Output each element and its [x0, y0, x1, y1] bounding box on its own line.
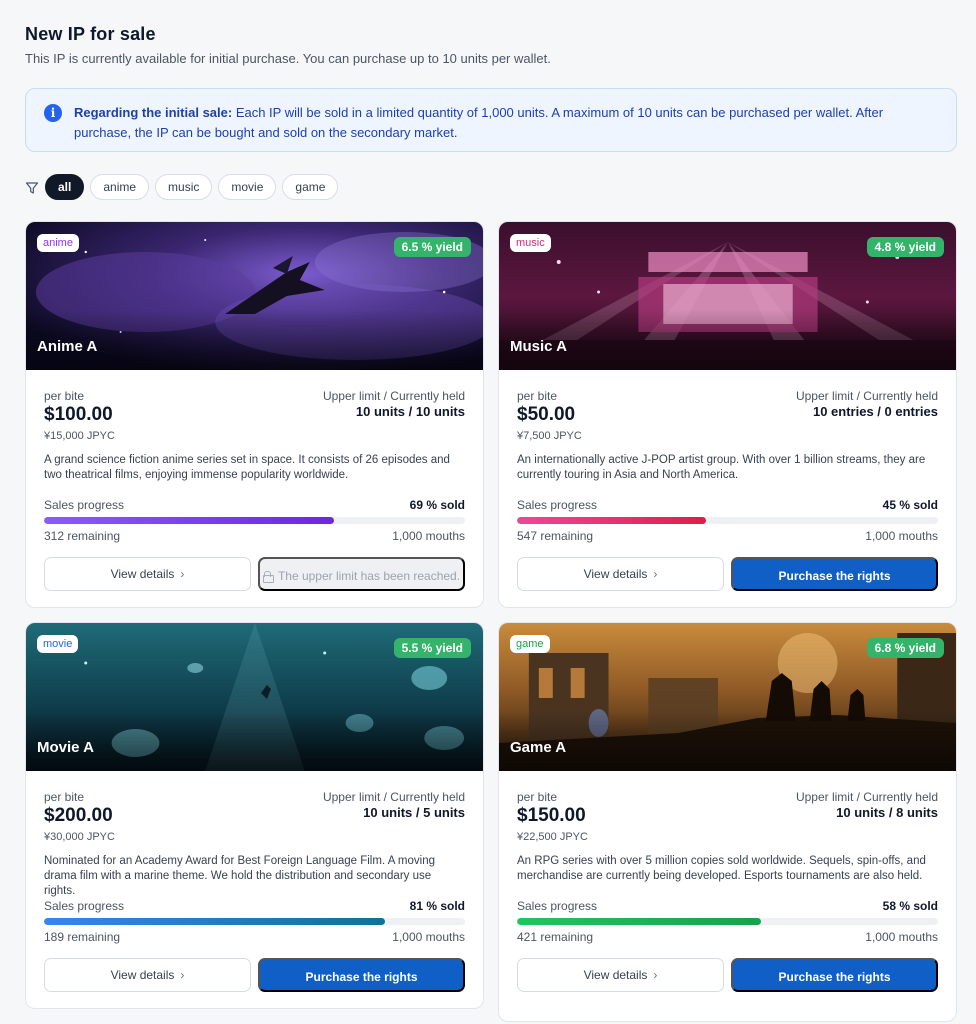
- ip-description: Nominated for an Academy Award for Best …: [44, 855, 435, 897]
- yield-badge: 5.5 % yield: [393, 638, 471, 658]
- progress-bar: [44, 918, 465, 925]
- ip-description: An RPG series with over 5 million copies…: [517, 855, 926, 882]
- ip-name: Music A: [510, 338, 567, 355]
- remaining-count: 421 remaining: [517, 930, 594, 944]
- filter-chip-anime[interactable]: anime: [90, 174, 150, 200]
- progress-bar: [44, 517, 465, 524]
- view-details-label: View details: [110, 968, 175, 982]
- limit-label: Upper limit / Currently held: [322, 790, 465, 804]
- price-jpyc: ¥22,500 JPYC: [517, 831, 588, 843]
- filter-chip-all[interactable]: all: [45, 174, 85, 200]
- remaining-count: 547 remaining: [517, 529, 594, 543]
- sold-percent: 69 % sold: [409, 498, 465, 512]
- chevron-right-icon: ›: [180, 567, 185, 581]
- sales-progress-label: Sales progress: [44, 498, 125, 512]
- limit-value: 10 units / 10 units: [355, 404, 465, 419]
- notice-text: Regarding the initial sale: Each IP will…: [74, 103, 934, 143]
- card-hero-image: music 4.8 % yield Music A: [499, 222, 956, 370]
- price-jpyc: ¥7,500 JPYC: [517, 430, 582, 442]
- card-hero-image: anime 6.5 % yield Anime A: [26, 222, 483, 370]
- sold-percent: 81 % sold: [409, 899, 465, 913]
- filter-chip-music[interactable]: music: [155, 174, 213, 200]
- view-details-label: View details: [110, 567, 175, 581]
- yield-badge: 6.8 % yield: [866, 638, 944, 658]
- view-details-button[interactable]: View details ›: [517, 557, 724, 591]
- remaining-count: 189 remaining: [44, 930, 121, 944]
- sold-percent: 58 % sold: [882, 899, 938, 913]
- progress-bar: [517, 517, 938, 524]
- info-notice: i Regarding the initial sale: Each IP wi…: [25, 88, 957, 152]
- ip-card-anime-a: anime 6.5 % yield Anime A per bite $100.…: [25, 221, 484, 608]
- progress-fill: [517, 918, 762, 925]
- view-details-button[interactable]: View details ›: [44, 557, 251, 591]
- sales-progress-label: Sales progress: [517, 498, 598, 512]
- sold-percent: 45 % sold: [882, 498, 938, 512]
- sales-progress-label: Sales progress: [517, 899, 598, 913]
- category-badge: movie: [37, 635, 79, 653]
- per-bite-label: per bite: [44, 790, 85, 804]
- total-count: 1,000 mouths: [392, 529, 465, 543]
- purchase-button[interactable]: Purchase the rights: [731, 958, 938, 992]
- info-icon: i: [44, 104, 62, 122]
- chevron-right-icon: ›: [180, 968, 185, 982]
- filter-chip-game[interactable]: game: [282, 174, 339, 200]
- category-badge: game: [510, 635, 550, 653]
- category-badge: music: [510, 234, 551, 252]
- price-jpyc: ¥30,000 JPYC: [44, 831, 115, 843]
- progress-fill: [44, 517, 335, 524]
- view-details-button[interactable]: View details ›: [44, 958, 251, 992]
- card-hero-image: game 6.8 % yield Game A: [499, 623, 956, 771]
- ip-name: Movie A: [37, 739, 94, 756]
- yield-badge: 4.8 % yield: [866, 237, 944, 257]
- total-count: 1,000 mouths: [865, 529, 938, 543]
- notice-bold: Regarding the initial sale:: [74, 105, 233, 120]
- ip-name: Game A: [510, 739, 567, 756]
- progress-fill: [517, 517, 707, 524]
- price: $100.00: [44, 404, 113, 425]
- category-badge: anime: [37, 234, 79, 252]
- price: $200.00: [44, 805, 113, 826]
- limit-value: 10 units / 8 units: [836, 805, 938, 820]
- view-details-label: View details: [583, 968, 648, 982]
- ip-description: A grand science fiction anime series set…: [44, 454, 450, 481]
- limit-label: Upper limit / Currently held: [795, 389, 938, 403]
- progress-fill: [44, 918, 385, 925]
- remaining-count: 312 remaining: [44, 529, 121, 543]
- total-count: 1,000 mouths: [865, 930, 938, 944]
- yield-badge: 6.5 % yield: [393, 237, 471, 257]
- view-details-button[interactable]: View details ›: [517, 958, 724, 992]
- ip-card-music-a: music 4.8 % yield Music A per bite $50.0…: [498, 221, 957, 608]
- per-bite-label: per bite: [44, 389, 85, 403]
- chevron-right-icon: ›: [653, 567, 658, 581]
- purchase-button[interactable]: Purchase the rights: [258, 958, 465, 992]
- lock-icon: [262, 571, 274, 583]
- sales-progress-label: Sales progress: [44, 899, 125, 913]
- price: $150.00: [517, 805, 586, 826]
- limit-label: Upper limit / Currently held: [322, 389, 465, 403]
- ip-description: An internationally active J-POP artist g…: [517, 454, 926, 481]
- category-filters: all anime music movie game: [25, 174, 344, 200]
- total-count: 1,000 mouths: [392, 930, 465, 944]
- filter-chip-movie[interactable]: movie: [218, 174, 277, 200]
- page-title: New IP for sale: [25, 24, 156, 44]
- price-jpyc: ¥15,000 JPYC: [44, 430, 115, 442]
- per-bite-label: per bite: [517, 790, 558, 804]
- limit-value: 10 entries / 0 entries: [812, 404, 938, 419]
- limit-reached-button: The upper limit has been reached.: [258, 557, 465, 591]
- price: $50.00: [517, 404, 576, 425]
- limit-value: 10 units / 5 units: [363, 805, 465, 820]
- card-hero-image: movie 5.5 % yield Movie A: [26, 623, 483, 771]
- ip-name: Anime A: [37, 338, 98, 355]
- limit-reached-label: The upper limit has been reached.: [277, 569, 461, 583]
- chevron-right-icon: ›: [653, 968, 658, 982]
- progress-bar: [517, 918, 938, 925]
- ip-card-movie-a: movie 5.5 % yield Movie A per bite $200.…: [25, 622, 484, 1009]
- ip-card-game-a: game 6.8 % yield Game A per bite $150.00…: [498, 622, 957, 1022]
- page-subtitle: This IP is currently available for initi…: [25, 51, 551, 66]
- limit-label: Upper limit / Currently held: [795, 790, 938, 804]
- filter-icon[interactable]: [25, 181, 39, 195]
- per-bite-label: per bite: [517, 389, 558, 403]
- purchase-button[interactable]: Purchase the rights: [731, 557, 938, 591]
- view-details-label: View details: [583, 567, 648, 581]
